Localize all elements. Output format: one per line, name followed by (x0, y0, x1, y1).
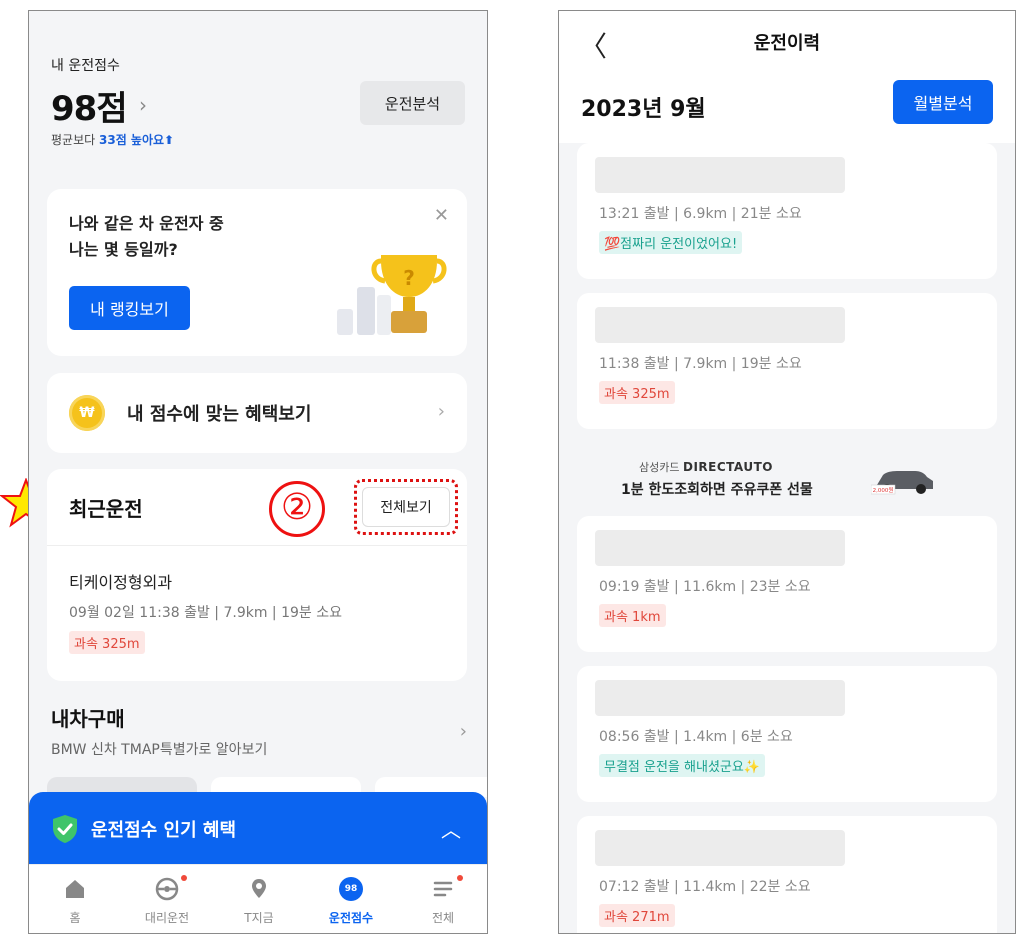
arrow-up-icon: ⬆ (164, 133, 175, 147)
trip-title-placeholder (595, 157, 845, 193)
popular-benefits-bar[interactable]: 운전점수 인기 혜택 ︿ (29, 792, 487, 864)
score-header: 내 운전점수 98점 › 평균보다 33점 높아요⬆ 운전분석 (29, 11, 487, 171)
ranking-title-line1: 나와 같은 차 운전자 중 (69, 214, 224, 233)
notification-dot (181, 875, 187, 881)
monthly-analysis-button[interactable]: 월별분석 (893, 80, 993, 124)
trip-tag: 무결점 운전을 해내셨군요✨ (599, 754, 766, 777)
tab-label: 운전점수 (328, 911, 374, 925)
home-icon (66, 880, 84, 898)
tab-label: T지금 (244, 911, 274, 925)
coin-icon: ₩ (69, 395, 105, 431)
view-ranking-button[interactable]: 내 랭킹보기 (69, 286, 190, 330)
annotation-number-badge: ② (269, 481, 325, 537)
steering-wheel-icon (155, 877, 179, 901)
tab-designated-driver[interactable]: 대리운전 (121, 865, 213, 933)
recent-trip-tag: 과속 325m (69, 631, 145, 654)
trophy-icon: ? (337, 255, 447, 335)
view-all-button[interactable]: 전체보기 (362, 487, 450, 527)
divider (47, 545, 467, 546)
trip-title-placeholder (595, 307, 845, 343)
trip-card[interactable]: 08:56 출발 | 1.4km | 6분 소요 무결점 운전을 해내셨군요✨ (577, 666, 997, 802)
trophy-mark: ? (403, 266, 415, 290)
ad-badge-text: 2,000원 (873, 486, 894, 494)
tab-label: 전체 (431, 911, 455, 925)
tab-driving-score[interactable]: 98 운전점수 (305, 865, 397, 933)
bottom-tab-bar: 홈 대리운전 T지금 98 운전점수 전체 (29, 864, 487, 933)
ad-banner[interactable]: 삼성카드 DIRECTAUTO 1분 한도조회하면 주유쿠폰 선물 2,000원 (559, 447, 1015, 513)
ranking-card: 나와 같은 차 운전자 중 나는 몇 등일까? ✕ 내 랭킹보기 ? (47, 189, 467, 356)
month-selector[interactable]: 2023년 9월 (581, 91, 706, 123)
score-label: 내 운전점수 (51, 58, 120, 74)
trip-tag-wrap: 과속 325m (599, 381, 675, 404)
tab-home[interactable]: 홈 (29, 865, 121, 933)
score-badge-icon: 98 (339, 877, 363, 901)
ad-text: 1분 한도조회하면 주유쿠폰 선물 (621, 482, 813, 498)
trip-tag: 과속 1km (599, 604, 666, 627)
trip-title-placeholder (595, 830, 845, 866)
trip-tag-wrap: 과속 1km (599, 604, 666, 627)
trip-meta: 11:38 출발 | 7.9km | 19분 소요 (599, 356, 802, 372)
ad-brand: 삼성카드 DIRECTAUTO (639, 459, 773, 475)
tab-all[interactable]: 전체 (397, 865, 487, 933)
trip-tag: 과속 271m (599, 904, 675, 927)
trip-card[interactable]: 13:21 출발 | 6.9km | 21분 소요 💯점짜리 운전이었어요! (577, 143, 997, 279)
popular-benefits-text: 운전점수 인기 혜택 (91, 820, 237, 841)
car-purchase-title[interactable]: 내차구매 (51, 703, 125, 732)
shield-check-icon (53, 815, 77, 843)
ranking-title-line2: 나는 몇 등일까? (69, 240, 178, 259)
screenshot-root: 내 운전점수 98점 › 평균보다 33점 높아요⬆ 운전분석 나와 같은 차 … (0, 0, 1026, 944)
speeding-tag: 과속 325m (69, 631, 145, 654)
driving-analysis-button[interactable]: 운전분석 (360, 81, 465, 125)
trip-meta: 08:56 출발 | 1.4km | 6분 소요 (599, 729, 793, 745)
page-title: 운전이력 (753, 33, 821, 54)
recent-trip-meta: 09월 02일 11:38 출발 | 7.9km | 19분 소요 (69, 605, 342, 621)
trip-tag-wrap: 과속 271m (599, 904, 675, 927)
trip-card[interactable]: 07:12 출발 | 11.4km | 22분 소요 과속 271m (577, 816, 997, 933)
trip-meta: 09:19 출발 | 11.6km | 23분 소요 (599, 579, 811, 595)
left-phone-screen: 내 운전점수 98점 › 평균보다 33점 높아요⬆ 운전분석 나와 같은 차 … (28, 10, 488, 934)
tab-label: 홈 (69, 911, 81, 925)
close-icon[interactable]: ✕ (434, 205, 449, 226)
trip-tag: 💯점짜리 운전이었어요! (599, 231, 743, 254)
trip-title-placeholder (595, 680, 845, 716)
trip-meta: 07:12 출발 | 11.4km | 22분 소요 (599, 879, 811, 895)
score-comparison: 평균보다 33점 높아요⬆ (51, 131, 174, 148)
recent-driving-card: 최근운전 ② 전체보기 티케이정형외과 09월 02일 11:38 출발 | 7… (47, 469, 467, 681)
chevron-right-icon[interactable]: › (139, 93, 147, 117)
trip-title-placeholder (595, 530, 845, 566)
menu-icon (433, 881, 453, 897)
tab-label: 대리운전 (144, 911, 190, 925)
trip-card[interactable]: 11:38 출발 | 7.9km | 19분 소요 과속 325m (577, 293, 997, 429)
score-comparison-highlight: 33점 높아요 (99, 133, 165, 147)
chevron-right-icon[interactable]: › (460, 721, 467, 742)
tab-tnow[interactable]: T지금 (213, 865, 305, 933)
right-phone-screen: 〈 운전이력 2023년 9월 월별분석 13:21 출발 | 6.9km | … (558, 10, 1016, 934)
trip-tag-wrap: 💯점짜리 운전이었어요! (599, 231, 743, 254)
score-comparison-prefix: 평균보다 (51, 133, 96, 147)
trip-tag: 과속 325m (599, 381, 675, 404)
score-value[interactable]: 98점 (51, 81, 128, 130)
benefit-card[interactable]: ₩ 내 점수에 맞는 혜택보기 › (47, 373, 467, 453)
trip-meta: 13:21 출발 | 6.9km | 21분 소요 (599, 206, 802, 222)
chevron-right-icon: › (437, 401, 445, 422)
ranking-title: 나와 같은 차 운전자 중 나는 몇 등일까? (69, 211, 224, 263)
benefit-text: 내 점수에 맞는 혜택보기 (127, 404, 312, 425)
ad-brand-name: DIRECTAUTO (682, 460, 773, 474)
car-image-icon: 2,000원 (871, 471, 933, 495)
driving-history-header: 〈 운전이력 2023년 9월 월별분석 (559, 11, 1015, 143)
car-purchase-subtitle: BMW 신차 TMAP특별가로 알아보기 (51, 742, 268, 758)
recent-destination[interactable]: 티케이정형외과 (69, 569, 172, 593)
chevron-up-icon[interactable]: ︿ (441, 814, 461, 843)
ad-brand-small: 삼성카드 (639, 461, 680, 474)
trip-card[interactable]: 09:19 출발 | 11.6km | 23분 소요 과속 1km (577, 516, 997, 652)
trip-tag-wrap: 무결점 운전을 해내셨군요✨ (599, 754, 766, 777)
recent-driving-title: 최근운전 (69, 497, 143, 521)
location-pin-icon (252, 879, 266, 898)
notification-dot (457, 875, 463, 881)
